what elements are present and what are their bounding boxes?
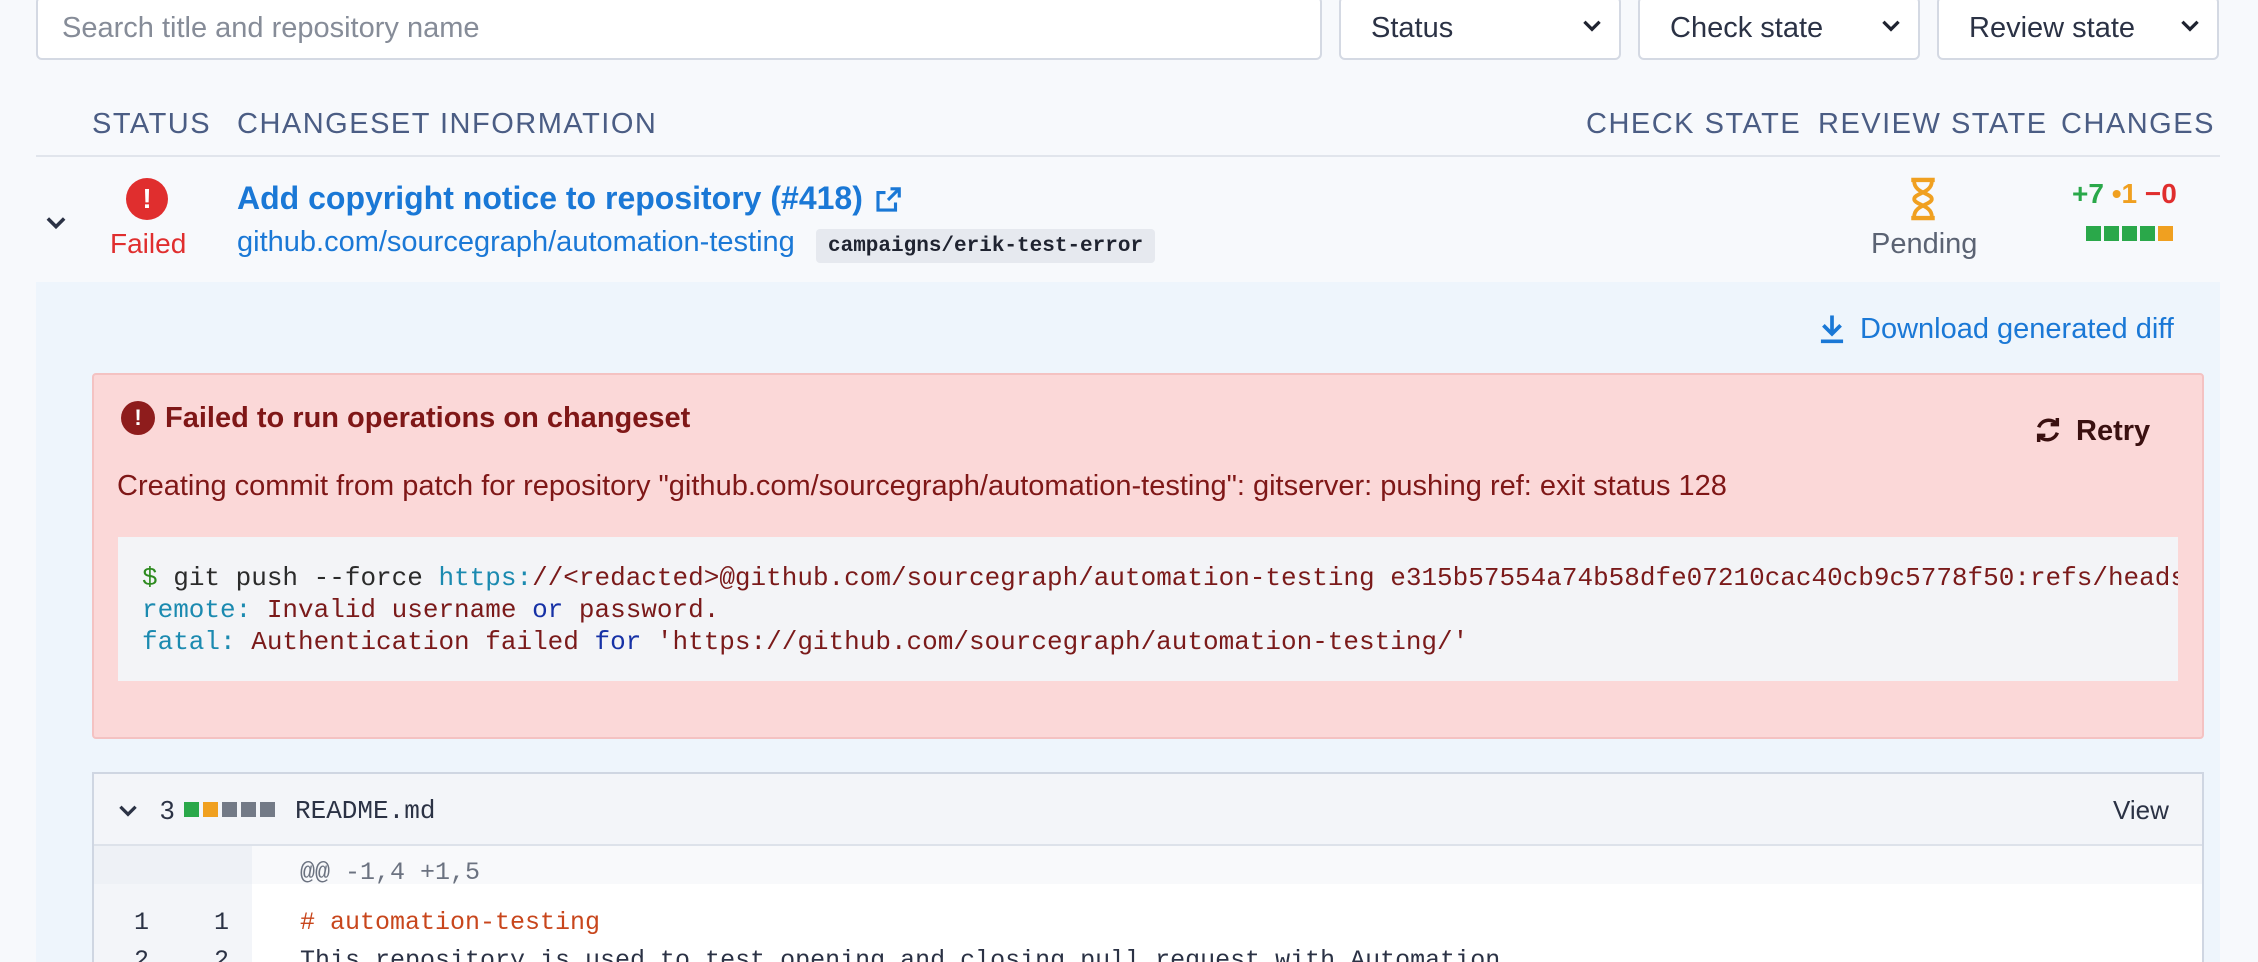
code-line: This repository is used to test opening … (300, 946, 1501, 962)
download-diff-link[interactable]: Download generated diff (1860, 313, 2174, 346)
file-name: README.md (295, 796, 436, 826)
chevron-down-icon (1882, 20, 1900, 32)
header-divider (36, 155, 2220, 157)
hunk-gutter (94, 846, 252, 884)
column-header-review-state: REVIEW STATE (1818, 108, 2048, 140)
hunk-header: @@ -1,4 +1,5 (300, 858, 481, 887)
diffstat-bar-added (2122, 226, 2137, 241)
error-message: Creating commit from patch for repositor… (117, 470, 1727, 502)
check-state-filter-select[interactable]: Check state (1638, 0, 1920, 60)
file-change-count: 3 (160, 795, 175, 825)
file-diffstat-bar (222, 802, 237, 817)
hunk-header-row (252, 846, 2202, 884)
search-input[interactable]: Search title and repository name (36, 0, 1322, 60)
new-line-number[interactable]: 1 (214, 908, 229, 937)
retry-button[interactable]: Retry (2076, 415, 2150, 448)
diffstat-deleted: −0 (2144, 178, 2177, 209)
diffstat-bar-changed (2158, 226, 2173, 241)
failed-status-icon: ! (126, 178, 168, 220)
file-diffstat-bar (203, 802, 218, 817)
new-line-number[interactable]: 2 (214, 946, 229, 962)
diffstat: +7 •1 −0 (2072, 178, 2177, 210)
check-state-filter-label: Check state (1670, 11, 1824, 44)
column-header-check-state: CHECK STATE (1586, 108, 1802, 140)
error-title: Failed to run operations on changeset (165, 402, 691, 434)
retry-icon[interactable] (2032, 414, 2064, 446)
diffstat-bar-added (2086, 226, 2101, 241)
status-filter-label: Status (1371, 11, 1454, 44)
collapse-chevron-icon[interactable] (42, 208, 70, 236)
branch-badge: campaigns/erik-test-error (816, 229, 1156, 263)
old-line-number[interactable]: 2 (134, 946, 149, 962)
status-filter-select[interactable]: Status (1339, 0, 1621, 60)
column-header-changes: CHANGES (2061, 108, 2215, 140)
file-diffstat-bar (241, 802, 256, 817)
code-line: # automation-testing (300, 908, 601, 937)
column-header-changeset-information: CHANGESET INFORMATION (237, 108, 658, 140)
review-state-value: Pending (1871, 228, 1978, 260)
changeset-status: Failed (110, 228, 187, 259)
chevron-down-icon (1583, 20, 1601, 32)
download-icon[interactable] (1817, 313, 1847, 345)
error-log: $ git push --force https://<redacted>@gi… (118, 537, 2178, 681)
diffstat-changed: •1 (2111, 178, 2138, 209)
file-diffstat-bar (260, 802, 275, 817)
hourglass-icon (1911, 177, 1935, 221)
review-state-filter-select[interactable]: Review state (1937, 0, 2219, 60)
changeset-title-link[interactable]: Add copyright notice to repository (#418… (237, 180, 863, 217)
review-state-filter-label: Review state (1969, 11, 2136, 44)
repository-link[interactable]: github.com/sourcegraph/automation-testin… (237, 226, 795, 259)
diffstat-bar-added (2140, 226, 2155, 241)
file-diffstat-bar (184, 802, 199, 817)
external-link-icon[interactable] (873, 185, 903, 215)
error-icon: ! (121, 401, 155, 435)
log-line: fatal: Authentication failed for 'https:… (142, 627, 1469, 657)
old-line-number[interactable]: 1 (134, 908, 149, 937)
column-header-status: STATUS (92, 108, 212, 140)
chevron-down-icon (2181, 20, 2199, 32)
log-line: remote: Invalid username or password. (142, 595, 720, 625)
view-file-button[interactable]: View (2113, 795, 2169, 826)
diffstat-bar-added (2104, 226, 2119, 241)
log-line: $ git push --force https://<redacted>@gi… (142, 563, 2178, 593)
search-placeholder: Search title and repository name (62, 11, 480, 44)
chevron-down-icon[interactable] (115, 797, 141, 823)
diffstat-added: +7 (2072, 178, 2104, 209)
